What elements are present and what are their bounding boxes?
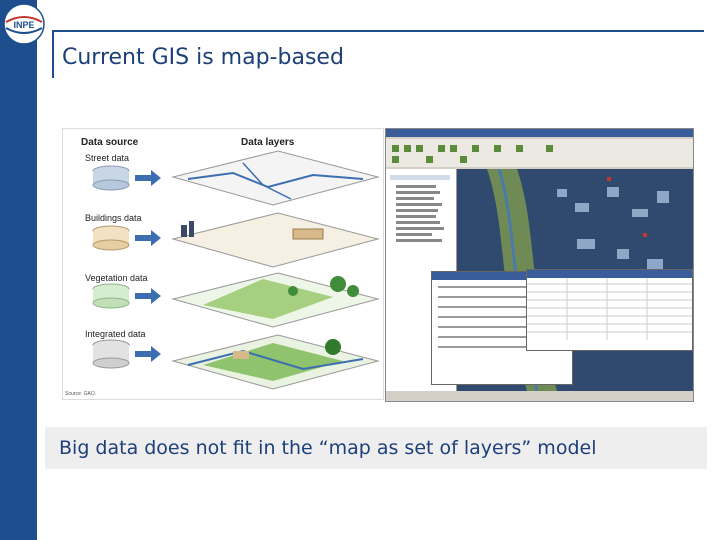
gis-titlebar xyxy=(386,129,693,137)
row-label-vegetation: Vegetation data xyxy=(85,273,148,283)
gis-table-grid xyxy=(527,270,692,340)
database-icon-integrated xyxy=(92,339,130,369)
database-icon-street xyxy=(92,165,130,191)
data-source-heading: Data source xyxy=(81,137,139,148)
database-icon-vegetation xyxy=(92,283,130,309)
row-label-buildings: Buildings data xyxy=(85,213,142,223)
row-label-integrated: Integrated data xyxy=(85,329,146,339)
vegetation-layer-grid xyxy=(171,272,380,328)
figure-source-note: Source: GAO. xyxy=(65,391,97,397)
integrated-layer-grid xyxy=(171,334,380,390)
inpe-logo: INPE xyxy=(3,3,45,45)
database-icon-buildings xyxy=(92,225,130,251)
gis-toolbar xyxy=(386,139,693,167)
gis-toolbar-icons xyxy=(392,145,553,163)
logo-text: INPE xyxy=(13,20,34,30)
buildings-layer-grid xyxy=(171,212,380,268)
row-label-street: Street data xyxy=(85,153,130,163)
gis-application-screenshot xyxy=(385,128,694,402)
left-sidebar-bar xyxy=(0,0,37,540)
figure-graphics xyxy=(92,150,380,390)
data-layers-heading: Data layers xyxy=(241,137,295,148)
gis-attribute-table xyxy=(526,269,693,351)
street-layer-grid xyxy=(171,150,380,206)
slide-title: Current GIS is map-based xyxy=(62,45,344,70)
slide-caption: Big data does not fit in the “map as set… xyxy=(45,427,707,469)
data-layers-figure: Data source Data layers Street data Buil… xyxy=(62,128,384,400)
